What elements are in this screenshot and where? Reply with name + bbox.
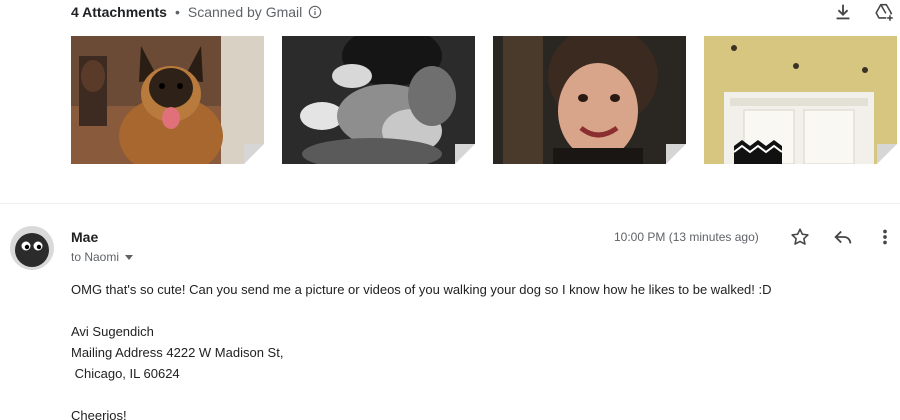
thumbnail-corner-fold bbox=[877, 144, 897, 164]
recipient-details-toggle[interactable]: to Naomi bbox=[71, 250, 134, 264]
more-vert-icon[interactable] bbox=[874, 226, 896, 248]
attachment-thumbnail-3[interactable] bbox=[493, 36, 686, 164]
closing-text: Cheerios! bbox=[71, 408, 127, 420]
caret-down-icon bbox=[125, 254, 134, 260]
add-to-drive-icon[interactable] bbox=[873, 1, 895, 23]
signature-name: Avi Sugendich bbox=[71, 324, 154, 339]
scanned-by-label: Scanned by Gmail bbox=[187, 4, 303, 20]
sender-name: Mae bbox=[71, 229, 99, 245]
attachments-count: 4 Attachments bbox=[71, 4, 167, 20]
room-photo-image bbox=[704, 36, 897, 164]
message-timestamp: 10:00 PM (13 minutes ago) bbox=[614, 230, 759, 244]
avatar-image bbox=[10, 226, 54, 270]
dog-photo-image bbox=[71, 36, 264, 164]
avatar[interactable] bbox=[10, 226, 54, 270]
star-icon[interactable] bbox=[789, 226, 811, 248]
recipient-label: to Naomi bbox=[71, 250, 120, 264]
attachment-thumbnails bbox=[71, 36, 897, 164]
thumbnail-corner-fold bbox=[244, 144, 264, 164]
thumbnail-corner-fold bbox=[455, 144, 475, 164]
info-icon[interactable] bbox=[308, 5, 322, 19]
signature-address-line-1: Mailing Address 4222 W Madison St, bbox=[71, 345, 284, 360]
separator-dot: • bbox=[174, 4, 180, 20]
reply-icon[interactable] bbox=[832, 226, 854, 248]
email-view: 4 Attachments • Scanned by Gmail Mae to … bbox=[0, 0, 900, 420]
signature-address-line-2: Chicago, IL 60624 bbox=[71, 366, 180, 381]
attachment-thumbnail-1[interactable] bbox=[71, 36, 264, 164]
message-divider bbox=[0, 203, 900, 204]
message-body: OMG that's so cute! Can you send me a pi… bbox=[71, 279, 772, 420]
attachment-thumbnail-4[interactable] bbox=[704, 36, 897, 164]
message-text: OMG that's so cute! Can you send me a pi… bbox=[71, 282, 772, 297]
hug-photo-image bbox=[282, 36, 475, 164]
attachment-thumbnail-2[interactable] bbox=[282, 36, 475, 164]
selfie-photo-image bbox=[493, 36, 686, 164]
attachments-header: 4 Attachments • Scanned by Gmail bbox=[71, 3, 322, 21]
download-icon[interactable] bbox=[832, 1, 854, 23]
thumbnail-corner-fold bbox=[666, 144, 686, 164]
